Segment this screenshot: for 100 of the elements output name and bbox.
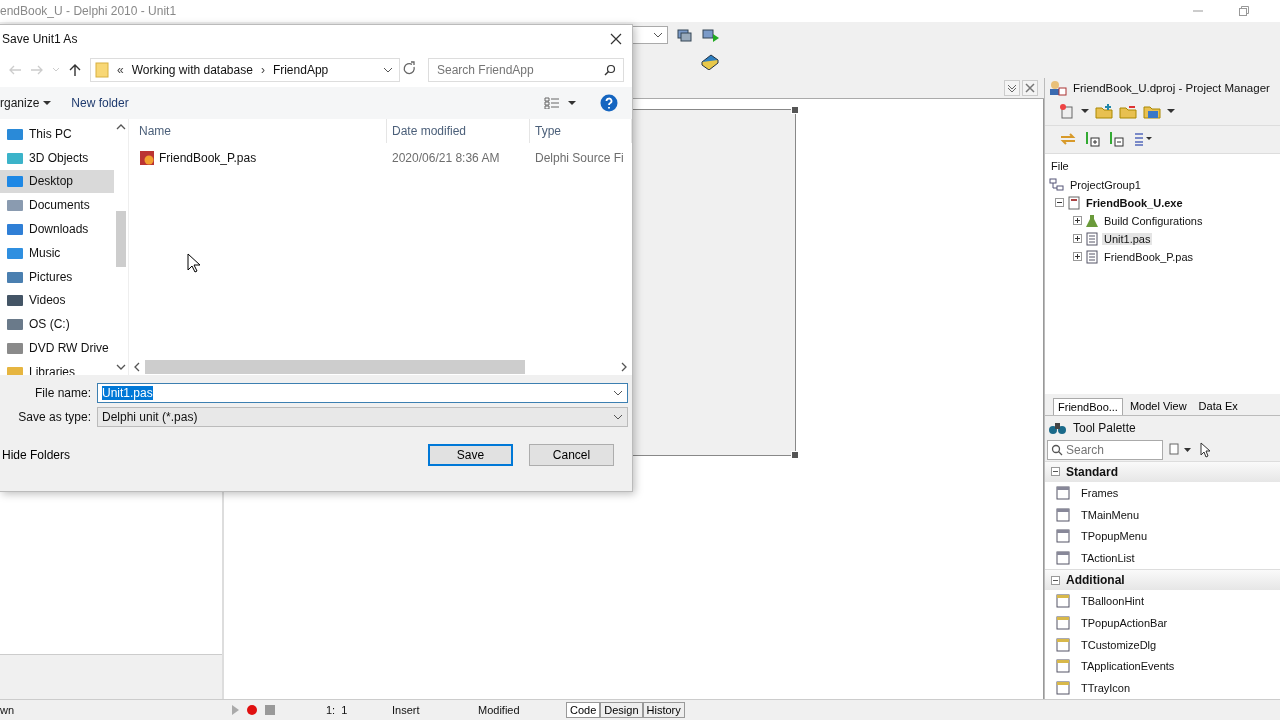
nav-item[interactable]: Documents	[29, 198, 90, 213]
palette-item[interactable]: TMainMenu	[1081, 508, 1140, 521]
nav-item[interactable]: DVD RW Drive	[29, 341, 109, 356]
nav-item[interactable]: OS (C:)	[29, 317, 70, 332]
document-icon	[6, 197, 24, 214]
scroll-left-icon[interactable]	[133, 362, 141, 372]
book-icon[interactable]	[700, 52, 720, 70]
column-header[interactable]: Date modified	[387, 119, 530, 143]
close-button[interactable]	[1022, 80, 1038, 96]
nav-item[interactable]: Music	[29, 245, 61, 260]
nav-item[interactable]: Libraries	[29, 364, 76, 375]
expander-icon[interactable]	[1051, 467, 1060, 477]
collapse-tree-icon[interactable]	[1107, 131, 1125, 148]
dock-menu-button[interactable]	[1004, 80, 1020, 96]
expander-icon[interactable]	[1073, 252, 1082, 262]
pointer-icon[interactable]	[1199, 442, 1211, 459]
nav-item[interactable]: 3D Objects	[29, 150, 89, 165]
nav-item[interactable]: This PC	[29, 126, 72, 141]
expander-icon[interactable]	[1073, 234, 1082, 244]
tree-item[interactable]: Build Configurations	[1102, 214, 1205, 227]
palette-item[interactable]: TApplicationEvents	[1081, 660, 1175, 673]
palette-item[interactable]: TCustomizeDlg	[1081, 638, 1157, 651]
search-icon	[604, 64, 616, 76]
project-group-icon	[1049, 177, 1065, 192]
stack-icon[interactable]	[676, 27, 694, 43]
file-name-field[interactable]: Unit1.pas	[97, 383, 628, 403]
breadcrumb-item[interactable]: FriendApp	[272, 63, 329, 77]
organize-button[interactable]: rganize	[0, 96, 40, 110]
column-header[interactable]: Name	[129, 119, 387, 143]
date-cell-text: 2020/06/21 8:36 AM	[391, 151, 501, 165]
filter-icon[interactable]	[1169, 443, 1193, 458]
editor-tab[interactable]: Code	[566, 702, 601, 718]
overflow-chevron[interactable]: «	[117, 63, 124, 77]
mouse-cursor-icon	[187, 253, 201, 273]
edit-mode: Insert	[392, 704, 421, 716]
scrollbar-thumb[interactable]	[116, 211, 126, 267]
search-field[interactable]: Search	[1047, 440, 1163, 461]
expand-tree-icon[interactable]	[1083, 131, 1101, 148]
panel-title: Tool Palette	[1073, 420, 1136, 435]
download-icon	[6, 221, 24, 238]
category-header[interactable]: Standard	[1066, 464, 1118, 479]
caret-icon[interactable]	[43, 100, 52, 106]
expander-icon[interactable]	[1055, 198, 1064, 208]
palette-item[interactable]: TBalloonHint	[1081, 594, 1144, 607]
disc-drive-icon	[6, 340, 24, 357]
scrollbar-thumb[interactable]	[145, 360, 525, 374]
expander-icon[interactable]	[1051, 575, 1060, 585]
modified-status: Modified	[478, 704, 521, 716]
component-icon	[1055, 528, 1071, 545]
tree-item[interactable]: FriendBook_P.pas	[1102, 250, 1196, 263]
tree-item[interactable]: ProjectGroup1	[1068, 178, 1143, 191]
new-project-icon[interactable]	[1059, 103, 1075, 120]
palette-item[interactable]: TActionList	[1081, 552, 1135, 565]
editor-tab[interactable]: Design	[600, 702, 643, 718]
category-header[interactable]: Additional	[1066, 573, 1125, 587]
nav-item[interactable]: Pictures	[29, 269, 73, 284]
column-header[interactable]: Type	[530, 119, 632, 143]
panel-tab[interactable]: Model View	[1124, 397, 1192, 416]
component-icon	[1055, 550, 1071, 567]
tree-item[interactable]: Unit1.pas	[1102, 232, 1153, 245]
help-icon[interactable]	[600, 94, 618, 112]
palette-item[interactable]: TPopupMenu	[1081, 530, 1148, 543]
new-folder-button[interactable]: New folder	[71, 96, 129, 110]
panel-tab[interactable]: FriendBoo...	[1053, 398, 1123, 416]
record-icon[interactable]	[246, 704, 258, 716]
palette-item[interactable]: TPopupActionBar	[1081, 616, 1168, 629]
tree-item[interactable]: FriendBook_U.exe	[1084, 196, 1185, 209]
resize-handle[interactable]	[791, 106, 799, 114]
resize-handle[interactable]	[791, 451, 799, 459]
remove-folder-icon[interactable]	[1119, 103, 1137, 120]
path-separator[interactable]: ›	[260, 63, 265, 77]
caret-icon[interactable]	[1167, 108, 1175, 115]
caret-icon[interactable]	[1081, 108, 1089, 115]
palette-item[interactable]: TTrayIcon	[1081, 682, 1131, 695]
nav-item[interactable]: Downloads	[29, 222, 89, 237]
calendar-folder-icon[interactable]	[1143, 103, 1161, 120]
palette-item[interactable]: Frames	[1081, 486, 1119, 499]
run-stack-icon[interactable]	[702, 27, 720, 43]
up-icon[interactable]	[68, 63, 82, 77]
cancel-button[interactable]: Cancel	[529, 444, 614, 466]
expander-icon[interactable]	[1073, 216, 1082, 226]
address-bar[interactable]: « Working with database › FriendApp	[90, 58, 400, 82]
editor-tab[interactable]: History	[642, 702, 685, 718]
restore-icon[interactable]	[1238, 5, 1250, 17]
breadcrumb-item[interactable]: Working with database	[131, 63, 253, 77]
add-folder-icon[interactable]	[1095, 103, 1113, 120]
field-label: Save as type:	[17, 410, 91, 424]
component-icon	[1055, 484, 1071, 501]
save-button[interactable]: Save	[428, 444, 513, 466]
file-name-cell[interactable]: FriendBook_P.pas	[159, 151, 257, 165]
project-manager-icon	[1049, 79, 1067, 96]
panel-tab[interactable]: Data Ex	[1193, 397, 1243, 416]
file-type-dropdown[interactable]: Delphi unit (*.pas)	[97, 407, 628, 427]
scroll-right-icon[interactable]	[620, 362, 628, 372]
component-icon	[1055, 636, 1071, 653]
scroll-up-icon[interactable]	[116, 123, 126, 131]
hide-folders-button[interactable]: Hide Folders	[0, 448, 71, 462]
close-icon[interactable]	[610, 33, 622, 45]
scroll-down-icon[interactable]	[116, 363, 126, 371]
nav-item[interactable]: Videos	[29, 293, 66, 308]
